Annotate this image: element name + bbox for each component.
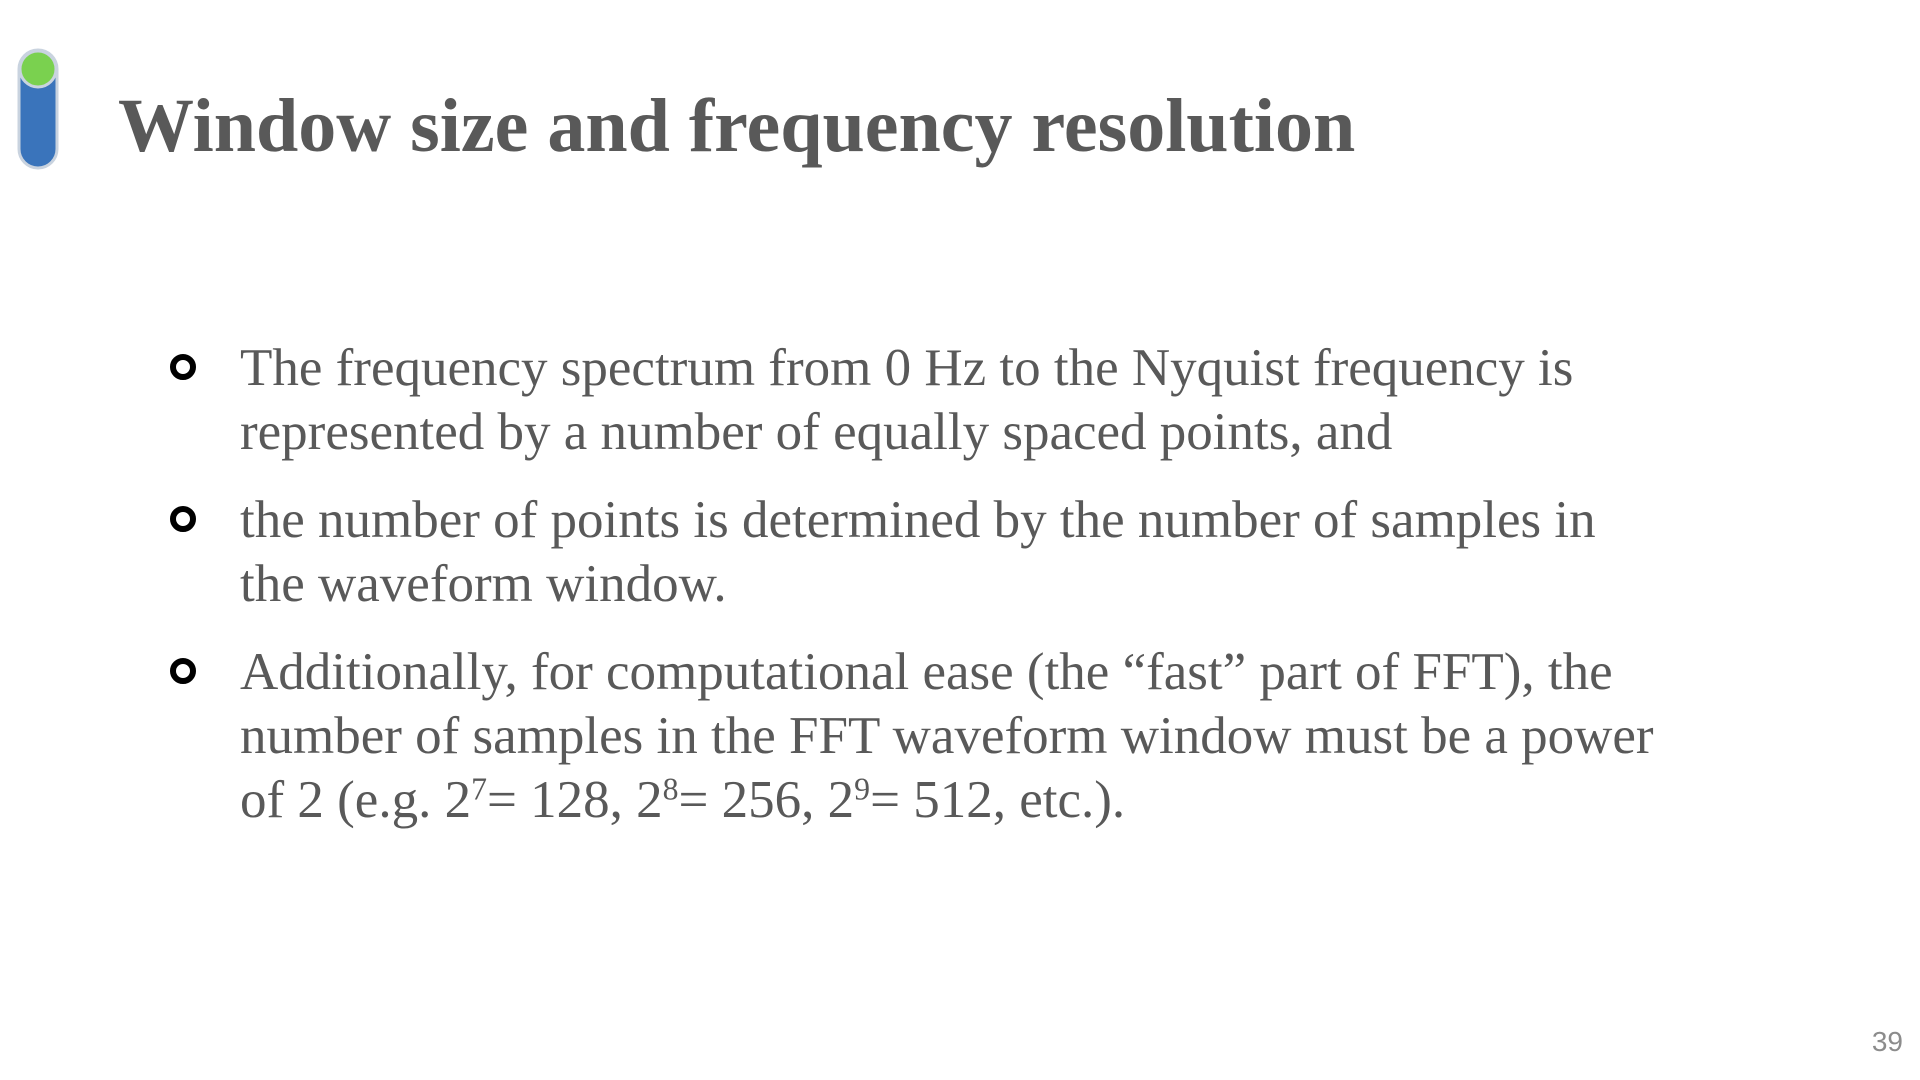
- exponent: 8: [662, 771, 679, 807]
- slide: Window size and frequency resolution The…: [0, 0, 1920, 1080]
- bullet-text-line: number of samples in the FFT waveform wi…: [240, 707, 1654, 765]
- toggle-pill-icon: [17, 48, 59, 170]
- bullet-list: The frequency spectrum from 0 Hz to the …: [170, 336, 1770, 856]
- text-fragment: of 2 (e.g. 2: [240, 771, 472, 829]
- bullet-item: The frequency spectrum from 0 Hz to the …: [170, 336, 1770, 464]
- text-fragment: = 128, 2: [486, 771, 663, 829]
- slide-title: Window size and frequency resolution: [118, 84, 1356, 168]
- page-number: 39: [1871, 1026, 1903, 1057]
- bullet-text-line: the waveform window.: [240, 555, 727, 613]
- text-fragment: = 512, etc.).: [870, 771, 1126, 829]
- bullet-text-line: represented by a number of equally space…: [240, 403, 1393, 461]
- exponent: 9: [854, 771, 871, 807]
- bullet-item: the number of points is determined by th…: [170, 488, 1770, 616]
- hollow-circle-bullet-icon: [170, 658, 196, 684]
- hollow-circle-bullet-icon: [170, 506, 196, 532]
- bullet-item: Additionally, for computational ease (th…: [170, 640, 1770, 832]
- exponent: 7: [471, 771, 487, 807]
- bullet-text-line: the number of points is determined by th…: [240, 491, 1596, 549]
- bullet-text-line: The frequency spectrum from 0 Hz to the …: [240, 339, 1574, 397]
- bullet-text-line-with-exponents: of 2 (e.g. 27= 128, 28= 256, 29= 512, et…: [240, 768, 1770, 832]
- hollow-circle-bullet-icon: [170, 354, 196, 380]
- text-fragment: = 256, 2: [678, 771, 855, 829]
- bullet-text-line: Additionally, for computational ease (th…: [240, 643, 1613, 701]
